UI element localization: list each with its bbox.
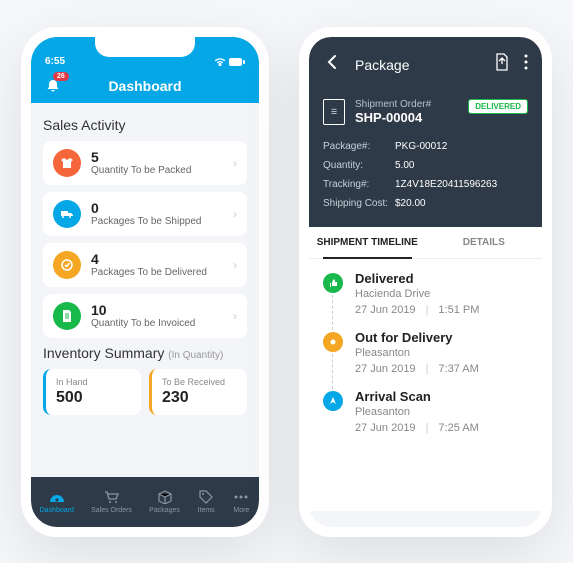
notch: [95, 37, 195, 57]
package-details: Package#:PKG-00012 Quantity:5.00 Trackin…: [323, 137, 528, 213]
card-label: Quantity To be Invoiced: [91, 318, 223, 329]
tag-icon: [197, 489, 215, 505]
export-button[interactable]: [494, 53, 510, 76]
battery-icon: [229, 58, 245, 66]
status-badge: DELIVERED: [468, 99, 528, 114]
sales-activity-title: Sales Activity: [43, 117, 247, 133]
timeline-location: Hacienda Drive: [355, 288, 528, 300]
back-button[interactable]: [323, 53, 341, 76]
card-label: Packages To be Delivered: [91, 267, 223, 278]
tab-row: SHIPMENT TIMELINE DETAILS: [309, 227, 542, 259]
timeline-location: Pleasanton: [355, 406, 528, 418]
card-number: 0: [91, 200, 223, 216]
package-header: ☰ Shipment Order# SHP-00004 DELIVERED Pa…: [309, 93, 542, 227]
timeline-title: Out for Delivery: [355, 330, 528, 345]
in-hand-value: 500: [56, 389, 131, 407]
wifi-icon: [214, 57, 226, 67]
timeline-item: Delivered Hacienda Drive 27 Jun 2019|1:5…: [323, 271, 528, 316]
doc-icon: [53, 302, 81, 330]
phone-ios: 6:55 26 Dashboard Sales Activity 5 Quant…: [21, 27, 269, 537]
more-button[interactable]: [524, 54, 528, 75]
to-be-received-value: 230: [162, 389, 237, 407]
in-hand-card[interactable]: In Hand 500: [43, 369, 141, 415]
in-hand-label: In Hand: [56, 377, 131, 387]
order-label: Shipment Order#: [355, 99, 431, 110]
card-packed[interactable]: 5 Quantity To be Packed ›: [43, 141, 247, 185]
app-header: 26 Dashboard: [31, 69, 259, 103]
status-indicators: [214, 57, 245, 67]
card-invoiced[interactable]: 10 Quantity To be Invoiced ›: [43, 294, 247, 338]
more-icon: [232, 489, 250, 505]
timeline-title: Arrival Scan: [355, 389, 528, 404]
gauge-icon: [48, 489, 66, 505]
card-shipped[interactable]: 0 Packages To be Shipped ›: [43, 192, 247, 236]
tab-timeline[interactable]: SHIPMENT TIMELINE: [309, 227, 426, 258]
timeline-item: Out for Delivery Pleasanton 27 Jun 2019|…: [323, 330, 528, 375]
shirt-icon: [53, 149, 81, 177]
main-content: Sales Activity 5 Quantity To be Packed ›…: [31, 103, 259, 477]
timeline-location: Pleasanton: [355, 347, 528, 359]
truck-icon: [53, 200, 81, 228]
card-number: 4: [91, 251, 223, 267]
card-number: 5: [91, 149, 223, 165]
thumb-icon: [323, 273, 343, 293]
phone-android: Package ☰ Shipment Order# SHP-00004 DELI…: [299, 27, 552, 537]
chevron-right-icon: ›: [233, 207, 237, 221]
card-number: 10: [91, 302, 223, 318]
app-header: Package: [309, 37, 542, 93]
inventory-summary-title: Inventory Summary (In Quantity): [43, 345, 247, 361]
card-delivered[interactable]: 4 Packages To be Delivered ›: [43, 243, 247, 287]
nav-icon: [323, 391, 343, 411]
order-number: SHP-00004: [355, 110, 431, 125]
page-title: Dashboard: [108, 78, 181, 94]
to-be-received-card[interactable]: To Be Received 230: [149, 369, 247, 415]
tab-details[interactable]: DETAILS: [426, 227, 543, 258]
dot-icon: [323, 332, 343, 352]
to-be-received-label: To Be Received: [162, 377, 237, 387]
box-icon: [156, 489, 174, 505]
status-time: 6:55: [45, 56, 65, 67]
notification-badge: 26: [53, 72, 69, 81]
tab-packages[interactable]: Packages: [149, 489, 180, 514]
tab-more[interactable]: More: [232, 489, 250, 514]
card-label: Quantity To be Packed: [91, 165, 223, 176]
chevron-right-icon: ›: [233, 156, 237, 170]
timeline-item: Arrival Scan Pleasanton 27 Jun 2019|7:25…: [323, 389, 528, 434]
chevron-right-icon: ›: [233, 258, 237, 272]
notifications-button[interactable]: 26: [45, 78, 61, 94]
page-title: Package: [355, 57, 480, 73]
timeline-title: Delivered: [355, 271, 528, 286]
timeline: Delivered Hacienda Drive 27 Jun 2019|1:5…: [309, 259, 542, 511]
tab-items[interactable]: Items: [197, 489, 215, 514]
check-icon: [53, 251, 81, 279]
bottom-nav: Dashboard Sales Orders Packages Items Mo…: [31, 477, 259, 527]
chevron-right-icon: ›: [233, 309, 237, 323]
card-label: Packages To be Shipped: [91, 216, 223, 227]
cart-icon: [103, 489, 121, 505]
tab-sales-orders[interactable]: Sales Orders: [91, 489, 132, 514]
document-icon: ☰: [323, 99, 345, 125]
tab-dashboard[interactable]: Dashboard: [40, 489, 74, 514]
